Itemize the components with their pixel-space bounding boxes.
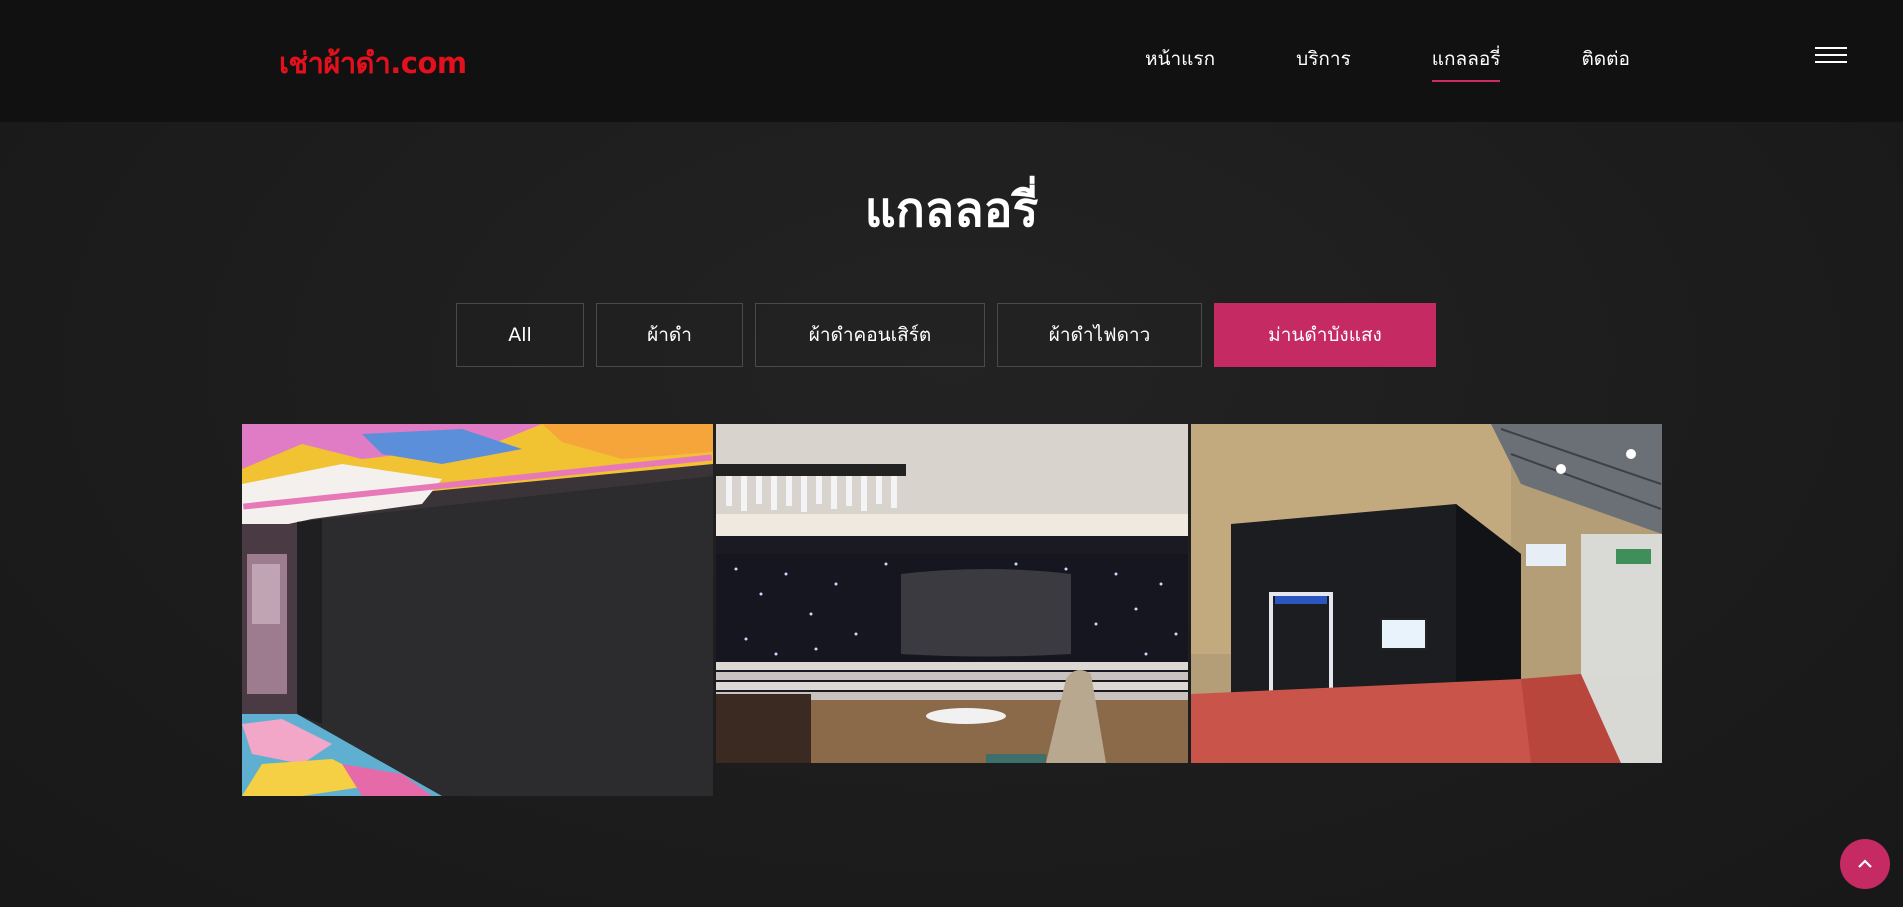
nav-item-gallery[interactable]: แกลลอรี่	[1431, 44, 1500, 82]
filter-concert-cloth[interactable]: ผ้าดำคอนเสิร์ต	[755, 303, 985, 367]
chevron-up-icon	[1858, 859, 1872, 868]
filter-all[interactable]: All	[456, 303, 584, 367]
filter-blackout-curtain[interactable]: ม่านดำบังแสง	[1214, 303, 1436, 367]
site-header: เช่าผ้าดำ.com หน้าแรก บริการ แกลลอรี่ ติ…	[0, 0, 1903, 122]
gallery-photo	[242, 424, 713, 796]
gallery-photo	[716, 424, 1188, 763]
gallery-image-blackout-wall[interactable]	[242, 424, 713, 796]
gallery-image-exhibition-booth[interactable]	[1191, 424, 1662, 763]
gallery-photo	[1191, 424, 1662, 763]
site-logo[interactable]: เช่าผ้าดำ.com	[279, 40, 467, 86]
nav-item-contact[interactable]: ติดต่อ	[1581, 44, 1629, 74]
main-nav: หน้าแรก บริการ แกลลอรี่ ติดต่อ	[1145, 44, 1630, 82]
filter-starlight-cloth[interactable]: ผ้าดำไฟดาว	[997, 303, 1202, 367]
gallery-filters: All ผ้าดำ ผ้าดำคอนเสิร์ต ผ้าดำไฟดาว ม่าน…	[456, 303, 1448, 367]
gallery-image-ballroom-stage[interactable]	[716, 424, 1188, 763]
nav-item-services[interactable]: บริการ	[1296, 44, 1351, 74]
scroll-to-top-button[interactable]	[1840, 839, 1890, 889]
nav-item-home[interactable]: หน้าแรก	[1145, 44, 1215, 74]
filter-black-cloth[interactable]: ผ้าดำ	[596, 303, 743, 367]
hamburger-icon[interactable]	[1815, 47, 1847, 65]
page-title: แกลลอรี่	[864, 182, 1039, 238]
